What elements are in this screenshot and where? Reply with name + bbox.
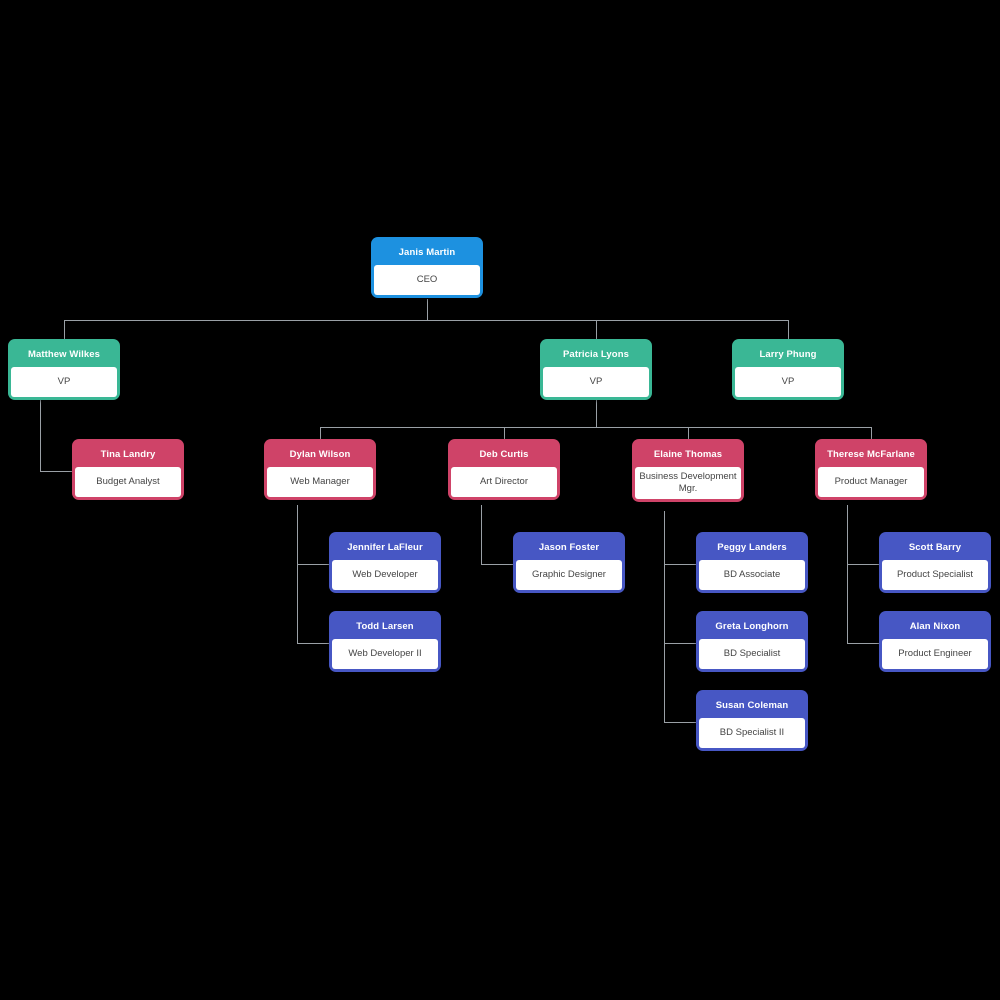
connector-stem-elaine-thomas xyxy=(664,511,665,722)
org-node-greta-longhorn[interactable]: Greta Longhorn BD Specialist xyxy=(696,611,808,672)
org-node-name: Greta Longhorn xyxy=(715,621,789,632)
org-node-title: Budget Analyst xyxy=(75,467,181,497)
org-node-larry-phung[interactable]: Larry Phung VP xyxy=(732,339,844,400)
org-node-alan-nixon[interactable]: Alan Nixon Product Engineer xyxy=(879,611,991,672)
org-node-tina-landry[interactable]: Tina Landry Budget Analyst xyxy=(72,439,184,500)
connector-ceo-stem xyxy=(427,299,428,320)
connector-drop-matthew-wilkes xyxy=(64,320,65,339)
org-node-title: VP xyxy=(543,367,649,397)
org-node-scott-barry[interactable]: Scott Barry Product Specialist xyxy=(879,532,991,593)
org-node-elaine-thomas[interactable]: Elaine Thomas Business Development Mgr. xyxy=(632,439,744,502)
org-node-title: BD Specialist xyxy=(699,639,805,669)
connector-elbow-peggy-landers xyxy=(664,564,696,565)
org-node-name: Jennifer LaFleur xyxy=(347,542,423,553)
connector-elbow-todd-larsen xyxy=(297,643,329,644)
org-node-name: Scott Barry xyxy=(908,542,962,553)
connector-drop-deb-curtis xyxy=(504,427,505,439)
org-node-susan-coleman[interactable]: Susan Coleman BD Specialist II xyxy=(696,690,808,751)
connector-elbow-jennifer-lafleur xyxy=(297,564,329,565)
connector-drop-patricia-lyons xyxy=(596,320,597,339)
org-node-title: BD Associate xyxy=(699,560,805,590)
connector-drop-dylan-wilson xyxy=(320,427,321,439)
org-node-todd-larsen[interactable]: Todd Larsen Web Developer II xyxy=(329,611,441,672)
connector-stem-patricia-lyons xyxy=(596,400,597,427)
connector-drop-larry-phung xyxy=(788,320,789,339)
org-node-name: Alan Nixon xyxy=(909,621,961,632)
connector-drop-elaine-thomas xyxy=(688,427,689,439)
org-node-jason-foster[interactable]: Jason Foster Graphic Designer xyxy=(513,532,625,593)
org-node-name: Susan Coleman xyxy=(715,700,789,711)
org-node-therese-mcfarlane[interactable]: Therese McFarlane Product Manager xyxy=(815,439,927,500)
connector-stem-dylan-wilson xyxy=(297,505,298,643)
connector-elbow-jason-foster xyxy=(481,564,513,565)
connector-stem-matthew-wilkes xyxy=(40,400,41,471)
org-node-name: Larry Phung xyxy=(759,349,817,360)
org-node-peggy-landers[interactable]: Peggy Landers BD Associate xyxy=(696,532,808,593)
org-node-title: BD Specialist II xyxy=(699,718,805,748)
org-node-deb-curtis[interactable]: Deb Curtis Art Director xyxy=(448,439,560,500)
org-node-title: Product Specialist xyxy=(882,560,988,590)
connector-ceo-bus xyxy=(64,320,788,321)
connector-elbow-tina-landry xyxy=(40,471,72,472)
org-node-name: Tina Landry xyxy=(100,449,156,460)
org-node-name: Jason Foster xyxy=(538,542,600,553)
connector-stem-deb-curtis xyxy=(481,505,482,564)
org-node-title: Web Developer II xyxy=(332,639,438,669)
connector-elbow-greta-longhorn xyxy=(664,643,696,644)
org-node-jennifer-lafleur[interactable]: Jennifer LaFleur Web Developer xyxy=(329,532,441,593)
org-node-name: Elaine Thomas xyxy=(653,449,723,460)
org-node-name: Peggy Landers xyxy=(717,542,787,553)
connector-elbow-alan-nixon xyxy=(847,643,879,644)
connector-elbow-scott-barry xyxy=(847,564,879,565)
org-chart-canvas: Janis Martin CEO Matthew Wilkes VP Patri… xyxy=(0,0,1000,1000)
org-node-title: Web Developer xyxy=(332,560,438,590)
connector-stem-therese-mcfarlane xyxy=(847,505,848,643)
org-node-name: Therese McFarlane xyxy=(827,449,915,460)
org-node-patricia-lyons[interactable]: Patricia Lyons VP xyxy=(540,339,652,400)
org-node-title: Graphic Designer xyxy=(516,560,622,590)
org-node-matthew-wilkes[interactable]: Matthew Wilkes VP xyxy=(8,339,120,400)
org-node-name: Janis Martin xyxy=(398,247,456,258)
org-node-title: Business Development Mgr. xyxy=(635,467,741,499)
org-node-title: VP xyxy=(11,367,117,397)
org-node-janis-martin[interactable]: Janis Martin CEO xyxy=(371,237,483,298)
org-node-dylan-wilson[interactable]: Dylan Wilson Web Manager xyxy=(264,439,376,500)
org-node-title: VP xyxy=(735,367,841,397)
org-node-name: Matthew Wilkes xyxy=(27,349,101,360)
connector-drop-therese-mcfarlane xyxy=(871,427,872,439)
connector-manager-bus xyxy=(320,427,871,428)
org-node-title: CEO xyxy=(374,265,480,295)
org-node-name: Deb Curtis xyxy=(479,449,529,460)
org-node-title: Art Director xyxy=(451,467,557,497)
org-node-title: Product Manager xyxy=(818,467,924,497)
org-node-name: Dylan Wilson xyxy=(289,449,351,460)
org-node-title: Web Manager xyxy=(267,467,373,497)
org-node-name: Todd Larsen xyxy=(356,621,414,632)
org-node-name: Patricia Lyons xyxy=(563,349,629,360)
org-node-title: Product Engineer xyxy=(882,639,988,669)
connector-elbow-susan-coleman xyxy=(664,722,696,723)
